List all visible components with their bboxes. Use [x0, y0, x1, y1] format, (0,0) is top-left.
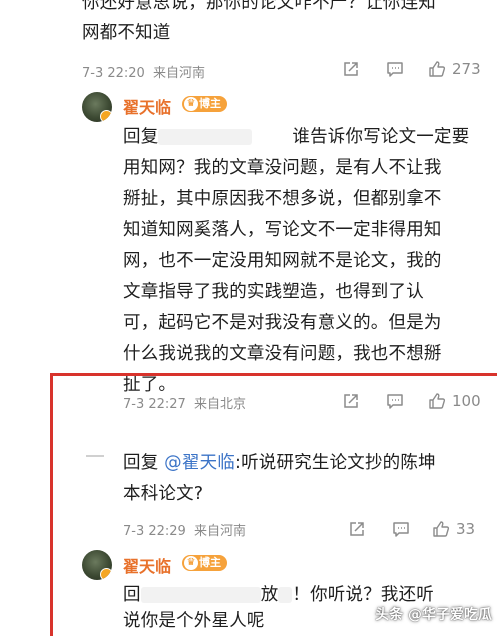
comment-location: 来自河南	[193, 524, 246, 539]
reply-prefix: 回复	[123, 453, 159, 473]
comment-text-line: 回复 谁告诉你写论文一定要	[123, 122, 469, 153]
verified-badge-icon	[100, 568, 112, 580]
comment-actions: 273	[342, 60, 481, 78]
username[interactable]: 翟天临	[123, 553, 171, 577]
verified-badge-icon	[100, 110, 112, 122]
comment-meta: 7-3 22:29 来自河南	[123, 520, 246, 539]
comment-text-line: 可，起码它不是对我没有意义的。但是为	[123, 313, 442, 333]
comment-text-line: 文章指导了我的实践塑造，也得到了认	[123, 282, 424, 302]
comment-text-line: 网都不知道	[82, 23, 171, 43]
comment-time: 7-3 22:29	[123, 524, 186, 539]
badge-label: 博主	[199, 556, 221, 569]
comment-text-line: 回复 @翟天临:听说研究生论文抄的陈坤	[123, 448, 436, 479]
comment-text-line: 说你是个外星人呢	[123, 611, 265, 631]
comment-text-line: 知道知网奚落人，写论文不一定非得用知	[123, 220, 442, 240]
like-count: 33	[456, 520, 476, 538]
mention-link[interactable]: @翟天临	[164, 453, 235, 473]
thumbs-up-icon[interactable]	[428, 60, 446, 78]
crown-icon: ♛	[184, 556, 198, 570]
comment-icon[interactable]	[386, 60, 404, 78]
share-icon[interactable]	[342, 60, 360, 78]
redacted-name	[140, 587, 261, 603]
reply-text: ！你听说？我还听	[292, 585, 435, 605]
username[interactable]: 翟天临	[123, 94, 171, 118]
crown-icon: ♛	[184, 97, 198, 111]
comment-time: 7-3 22:20	[82, 66, 145, 81]
comment-text-line: 什么我说我的文章没有问题，我也不想掰	[123, 344, 442, 364]
thumbs-up-icon[interactable]	[432, 520, 450, 538]
reply-text: 谁告诉你写论文一定要	[292, 127, 470, 147]
comment-location: 来自河南	[152, 66, 205, 81]
avatar[interactable]	[82, 92, 112, 122]
reply-text: :听说研究生论文抄的陈坤	[234, 453, 436, 473]
avatar-placeholder	[86, 455, 104, 457]
reply-prefix: 回	[123, 585, 141, 605]
badge-label: 博主	[199, 97, 221, 110]
avatar[interactable]	[82, 550, 112, 580]
redacted-text	[278, 587, 293, 603]
comment-text-line: 用知网？我的文章没问题，是有人不让我	[123, 158, 442, 178]
comment-text-line: 你还好意思说，那你的论文咋不严？让你连知	[82, 0, 436, 13]
share-icon[interactable]	[348, 520, 366, 538]
comment-text-line: 本科论文?	[123, 484, 204, 504]
comment-actions: 33	[348, 520, 475, 538]
blogger-badge: ♛ 博主	[182, 96, 227, 112]
comment-meta: 7-3 22:20 来自河南	[82, 62, 205, 81]
comment-text-line: 网，也不一定没用知网就不是论文，我的	[123, 251, 442, 271]
watermark: 头条 @华子爱吃瓜	[375, 607, 492, 623]
reply-prefix: 回复	[123, 127, 159, 147]
like-count: 273	[452, 60, 481, 78]
comment-icon[interactable]	[392, 520, 410, 538]
reply-text: 放	[260, 585, 279, 605]
comment-text-line: 掰扯，其中原因我不想多说，但都别拿不	[123, 189, 442, 209]
redacted-name	[158, 129, 253, 145]
blogger-badge: ♛ 博主	[182, 555, 227, 571]
